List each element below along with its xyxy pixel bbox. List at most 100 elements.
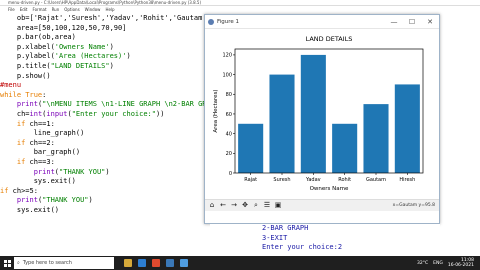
chrome-icon[interactable] <box>152 259 160 267</box>
y-tick-label: 100 <box>222 72 232 78</box>
search-placeholder: Type here to search <box>22 260 72 266</box>
code-line: line_graph() <box>0 129 210 139</box>
shell-output: 2-BAR GRAPH 3-EXIT Enter your choice:2 <box>210 224 440 256</box>
language: ENG <box>433 260 443 266</box>
editor-menu-help[interactable]: Help <box>105 7 114 13</box>
editor-menu-edit[interactable]: Edit <box>20 7 28 13</box>
back-arrow-icon[interactable]: ← <box>218 201 228 210</box>
shell-line: 2-BAR GRAPH <box>262 224 309 232</box>
maximize-button[interactable]: ☐ <box>403 15 421 29</box>
close-button[interactable]: ✕ <box>421 15 439 29</box>
file-explorer-icon[interactable] <box>124 259 132 267</box>
code-token: print <box>16 196 38 205</box>
taskbar: ⌕ Type here to search 32°C ENG 11:08 16-… <box>0 256 480 270</box>
x-tick-label: Hiresh <box>399 177 415 183</box>
configure-subplots-icon[interactable]: ☰ <box>262 201 272 210</box>
x-tick-label: Suresh <box>273 177 290 183</box>
search-icon: ⌕ <box>17 260 20 266</box>
code-token: sys.exit() <box>0 177 76 186</box>
chart-title: LAND DETAILS <box>306 35 353 43</box>
code-token: input <box>46 109 68 118</box>
editor-menu-window[interactable]: Window <box>85 7 101 13</box>
shell-line: Enter your choice:2 <box>262 243 343 252</box>
code-line: print("\nMENU ITEMS \n1-LINE GRAPH \n2-B… <box>0 100 219 110</box>
bar-suresh <box>269 74 295 173</box>
code-token: ch==3: <box>25 157 55 166</box>
zoom-icon[interactable]: ⌕ <box>251 201 261 210</box>
python-icon[interactable] <box>166 259 174 267</box>
editor-menu-format[interactable]: Format <box>32 7 46 13</box>
code-area[interactable]: ob=['Rajat','Suresh','Yadav','Rohit','Ga… <box>0 14 249 242</box>
editor-menu-options[interactable]: Options <box>64 7 79 13</box>
minimize-button[interactable]: — <box>385 15 403 29</box>
start-button[interactable] <box>0 256 14 270</box>
windows-logo-icon <box>3 259 11 267</box>
code-token: p.xlabel( <box>0 42 55 51</box>
code-line: while True: <box>0 91 210 101</box>
code-token: : <box>42 90 47 99</box>
code-line: p.show() <box>0 72 210 82</box>
code-token: int <box>29 109 43 118</box>
code-token: p.bar(ob,area) <box>0 33 76 42</box>
code-line: if ch==2: <box>0 139 210 149</box>
save-icon[interactable]: ▣ <box>273 201 283 210</box>
code-line: p.xlabel('Owners Name') <box>0 43 210 53</box>
code-token: p.title( <box>0 61 51 70</box>
date: 16-06-2021 <box>447 263 474 268</box>
code-token: )) <box>155 109 165 118</box>
x-tick-label: Rajat <box>244 177 257 183</box>
code-token: sys.exit() <box>0 205 60 214</box>
clock[interactable]: 11:08 16-06-2021 <box>448 258 474 269</box>
taskbar-search[interactable]: ⌕ Type here to search <box>14 257 114 269</box>
figure-titlebar: Figure 1 — ☐ ✕ <box>205 15 439 29</box>
system-tray: 32°C ENG 11:08 16-06-2021 <box>417 258 480 269</box>
code-line: bar_graph() <box>0 148 210 158</box>
editor-menu-run[interactable]: Run <box>52 7 60 13</box>
code-line: print("THANK YOU") <box>0 168 210 178</box>
code-token: ) <box>109 42 114 51</box>
code-token: ) <box>88 196 93 205</box>
code-token: line_graph() <box>0 129 85 138</box>
edge-icon[interactable] <box>138 259 146 267</box>
editor-menubar: File Edit Format Run Options Window Help <box>0 7 210 13</box>
code-token: print <box>16 100 38 109</box>
code-line: sys.exit() <box>0 206 210 216</box>
x-axis-label: Owners Name <box>310 186 349 192</box>
bar-yadav <box>300 54 326 173</box>
y-tick-label: 80 <box>226 92 232 98</box>
bar-rajat <box>238 123 264 173</box>
python-idle-icon[interactable] <box>180 259 188 267</box>
pan-icon[interactable]: ✥ <box>240 201 250 210</box>
code-token: bar_graph() <box>0 148 81 157</box>
code-token: "LAND DETAILS" <box>50 61 110 70</box>
figure-title: Figure 1 <box>217 18 240 25</box>
code-token: "THANK YOU" <box>59 167 106 176</box>
y-axis-label: Area (Hectares) <box>213 89 219 132</box>
bar-rohit <box>332 123 358 173</box>
code-token: print <box>33 167 55 176</box>
code-token: ) <box>109 61 114 70</box>
code-token: "\nMENU ITEMS \n1-LINE GRAPH \n2-BAR GRA… <box>42 100 220 109</box>
home-icon[interactable]: ⌂ <box>207 201 217 210</box>
code-line: p.bar(ob,area) <box>0 33 210 43</box>
code-line: #menu <box>0 81 210 91</box>
code-line: sys.exit() <box>0 177 210 187</box>
code-token: "Enter your choice:" <box>71 109 156 118</box>
code-token: ch= <box>0 109 30 118</box>
editor-menu-file[interactable]: File <box>8 7 15 13</box>
code-line: if ch==1: <box>0 120 210 130</box>
code-token: ch==2: <box>25 138 55 147</box>
axes-frame <box>234 48 424 174</box>
code-line: print("THANK YOU") <box>0 196 210 206</box>
code-line: ch=int(input("Enter your choice:")) <box>0 110 210 120</box>
figure-toolbar: ⌂ ← → ✥ ⌕ ☰ ▣ x=Gautam y=95.8 <box>205 199 439 211</box>
code-token: p.show() <box>0 71 51 80</box>
y-tick-label: 40 <box>226 131 232 137</box>
forward-arrow-icon[interactable]: → <box>229 201 239 210</box>
code-token: 'Owners Name' <box>54 42 110 51</box>
x-tick-label: Rohit <box>338 177 351 183</box>
